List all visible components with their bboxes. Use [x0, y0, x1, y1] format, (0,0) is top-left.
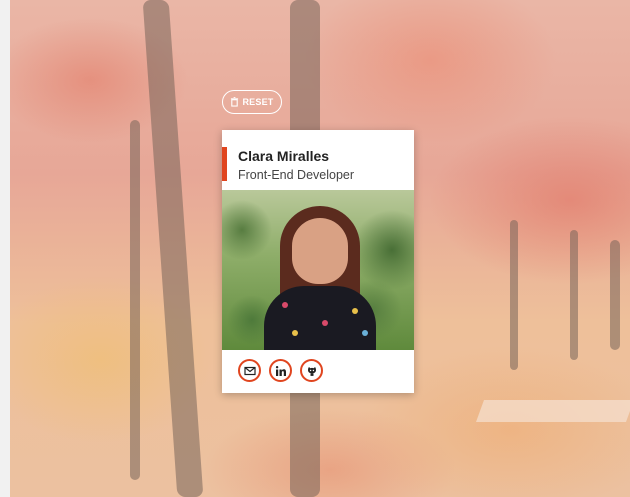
- trash-icon: [231, 97, 239, 107]
- profile-card: Clara Miralles Front-End Developer: [222, 130, 414, 393]
- github-icon: [307, 366, 316, 376]
- social-links: [238, 359, 323, 382]
- reset-label: RESET: [242, 97, 274, 107]
- card-header: Clara Miralles Front-End Developer: [222, 130, 414, 190]
- email-link[interactable]: [238, 359, 261, 382]
- linkedin-link[interactable]: [269, 359, 292, 382]
- profile-photo: [222, 190, 414, 350]
- github-link[interactable]: [300, 359, 323, 382]
- accent-bar: [222, 147, 227, 181]
- reset-button[interactable]: RESET: [222, 90, 282, 114]
- profile-name: Clara Miralles: [238, 148, 330, 164]
- linkedin-icon: [275, 365, 286, 376]
- envelope-icon: [243, 366, 256, 375]
- profile-role: Front-End Developer: [238, 168, 355, 182]
